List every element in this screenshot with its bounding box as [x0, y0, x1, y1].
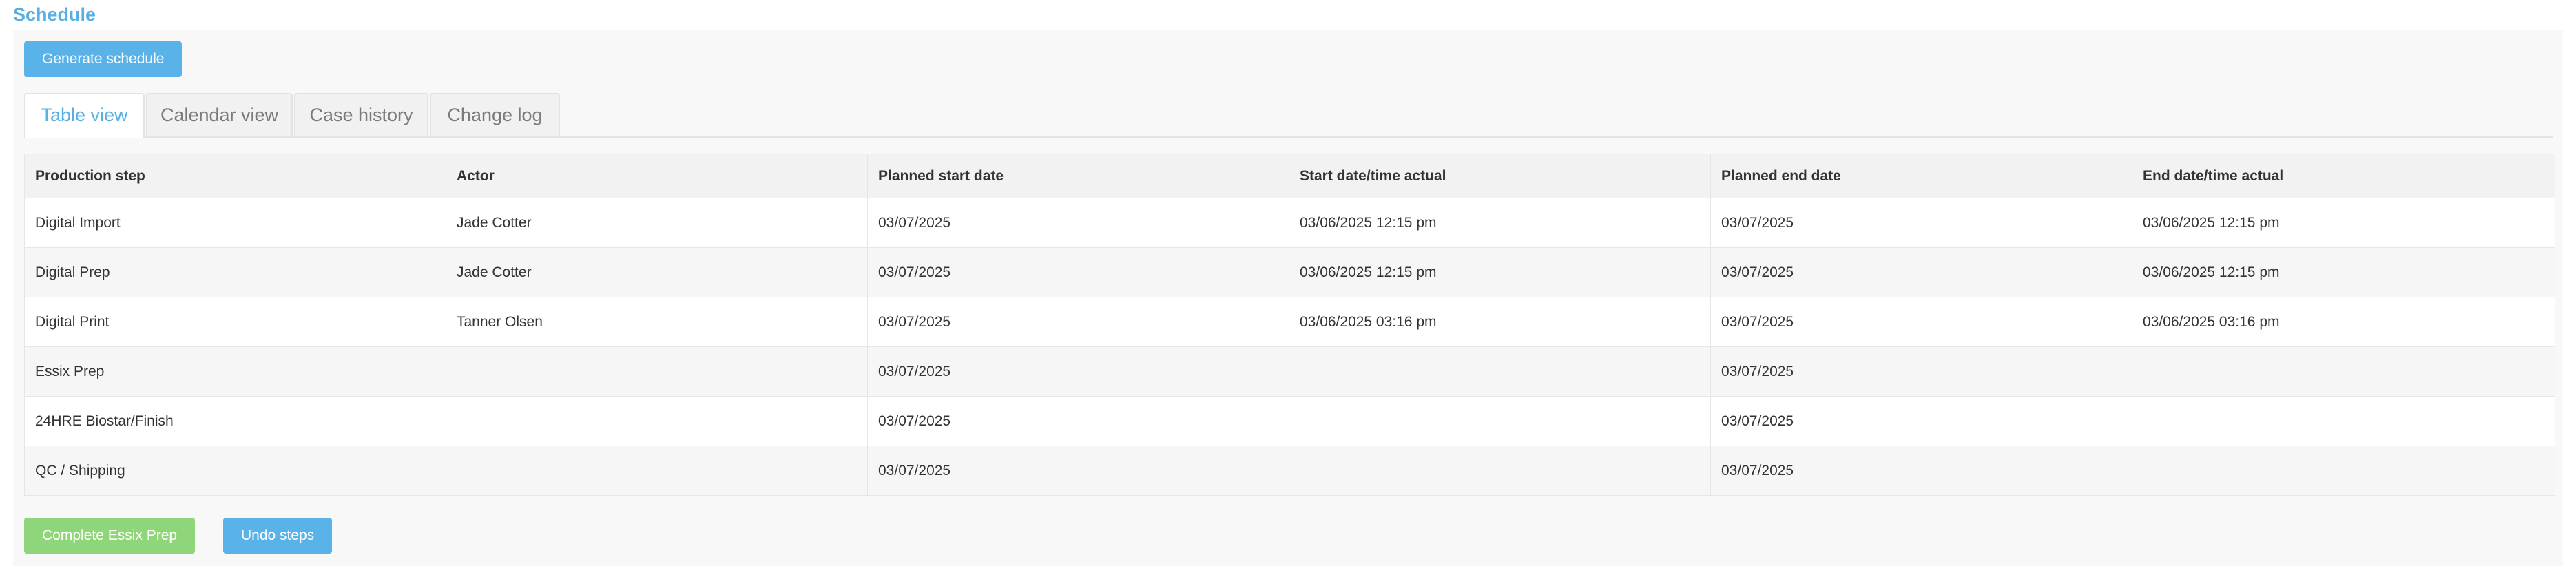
cell-end-actual: 03/06/2025 12:15 pm — [2132, 247, 2555, 297]
table-row[interactable]: Digital Print Tanner Olsen 03/07/2025 03… — [24, 297, 2555, 347]
cell-planned-start: 03/07/2025 — [867, 297, 1289, 347]
cell-planned-end: 03/07/2025 — [1710, 396, 2132, 446]
cell-production-step: Digital Import — [24, 198, 446, 248]
header-planned-start-date: Planned start date — [867, 154, 1289, 198]
cell-production-step: Digital Prep — [24, 247, 446, 297]
undo-steps-button[interactable]: Undo steps — [223, 518, 333, 554]
cell-actor — [446, 396, 868, 446]
table-row[interactable]: QC / Shipping 03/07/2025 03/07/2025 — [24, 446, 2555, 496]
table-row[interactable]: Digital Prep Jade Cotter 03/07/2025 03/0… — [24, 247, 2555, 297]
cell-end-actual — [2132, 346, 2555, 397]
cell-actor — [446, 446, 868, 496]
cell-planned-start: 03/07/2025 — [867, 446, 1289, 496]
tab-table-view[interactable]: Table view — [24, 93, 145, 138]
complete-step-button[interactable]: Complete Essix Prep — [24, 518, 196, 554]
schedule-table: Production step Actor Planned start date… — [24, 154, 2555, 496]
cell-planned-start: 03/07/2025 — [867, 198, 1289, 248]
cell-start-actual — [1289, 346, 1711, 397]
table-header-row: Production step Actor Planned start date… — [24, 154, 2555, 198]
cell-production-step: 24HRE Biostar/Finish — [24, 396, 446, 446]
cell-actor: Jade Cotter — [446, 247, 868, 297]
tab-change-log[interactable]: Change log — [430, 93, 560, 136]
header-planned-end-date: Planned end date — [1710, 154, 2132, 198]
cell-start-actual: 03/06/2025 12:15 pm — [1289, 247, 1711, 297]
cell-planned-start: 03/07/2025 — [867, 247, 1289, 297]
cell-start-actual — [1289, 396, 1711, 446]
cell-production-step: Essix Prep — [24, 346, 446, 397]
cell-production-step: QC / Shipping — [24, 446, 446, 496]
table-row[interactable]: Digital Import Jade Cotter 03/07/2025 03… — [24, 198, 2555, 248]
view-tabs: Table view Calendar view Case history Ch… — [24, 93, 2553, 138]
cell-planned-end: 03/07/2025 — [1710, 346, 2132, 397]
cell-actor — [446, 346, 868, 397]
header-production-step: Production step — [24, 154, 446, 198]
tab-calendar-view[interactable]: Calendar view — [146, 93, 293, 136]
cell-start-actual: 03/06/2025 12:15 pm — [1289, 198, 1711, 248]
tab-case-history[interactable]: Case history — [294, 93, 428, 136]
cell-planned-end: 03/07/2025 — [1710, 297, 2132, 347]
header-end-actual: End date/time actual — [2132, 154, 2555, 198]
cell-planned-end: 03/07/2025 — [1710, 198, 2132, 248]
cell-end-actual — [2132, 446, 2555, 496]
schedule-page: Schedule Generate schedule Table view Ca… — [0, 0, 2576, 566]
cell-production-step: Digital Print — [24, 297, 446, 347]
cell-planned-start: 03/07/2025 — [867, 346, 1289, 397]
header-start-actual: Start date/time actual — [1289, 154, 1711, 198]
cell-start-actual: 03/06/2025 03:16 pm — [1289, 297, 1711, 347]
cell-actor: Tanner Olsen — [446, 297, 868, 347]
cell-end-actual: 03/06/2025 03:16 pm — [2132, 297, 2555, 347]
cell-planned-end: 03/07/2025 — [1710, 446, 2132, 496]
cell-start-actual — [1289, 446, 1711, 496]
cell-end-actual — [2132, 396, 2555, 446]
cell-end-actual: 03/06/2025 12:15 pm — [2132, 198, 2555, 248]
generate-schedule-button[interactable]: Generate schedule — [24, 41, 183, 77]
cell-actor: Jade Cotter — [446, 198, 868, 248]
section-title: Schedule — [13, 4, 96, 25]
cell-planned-start: 03/07/2025 — [867, 396, 1289, 446]
table-row[interactable]: Essix Prep 03/07/2025 03/07/2025 — [24, 346, 2555, 397]
cell-planned-end: 03/07/2025 — [1710, 247, 2132, 297]
table-row[interactable]: 24HRE Biostar/Finish 03/07/2025 03/07/20… — [24, 396, 2555, 446]
header-actor: Actor — [446, 154, 868, 198]
